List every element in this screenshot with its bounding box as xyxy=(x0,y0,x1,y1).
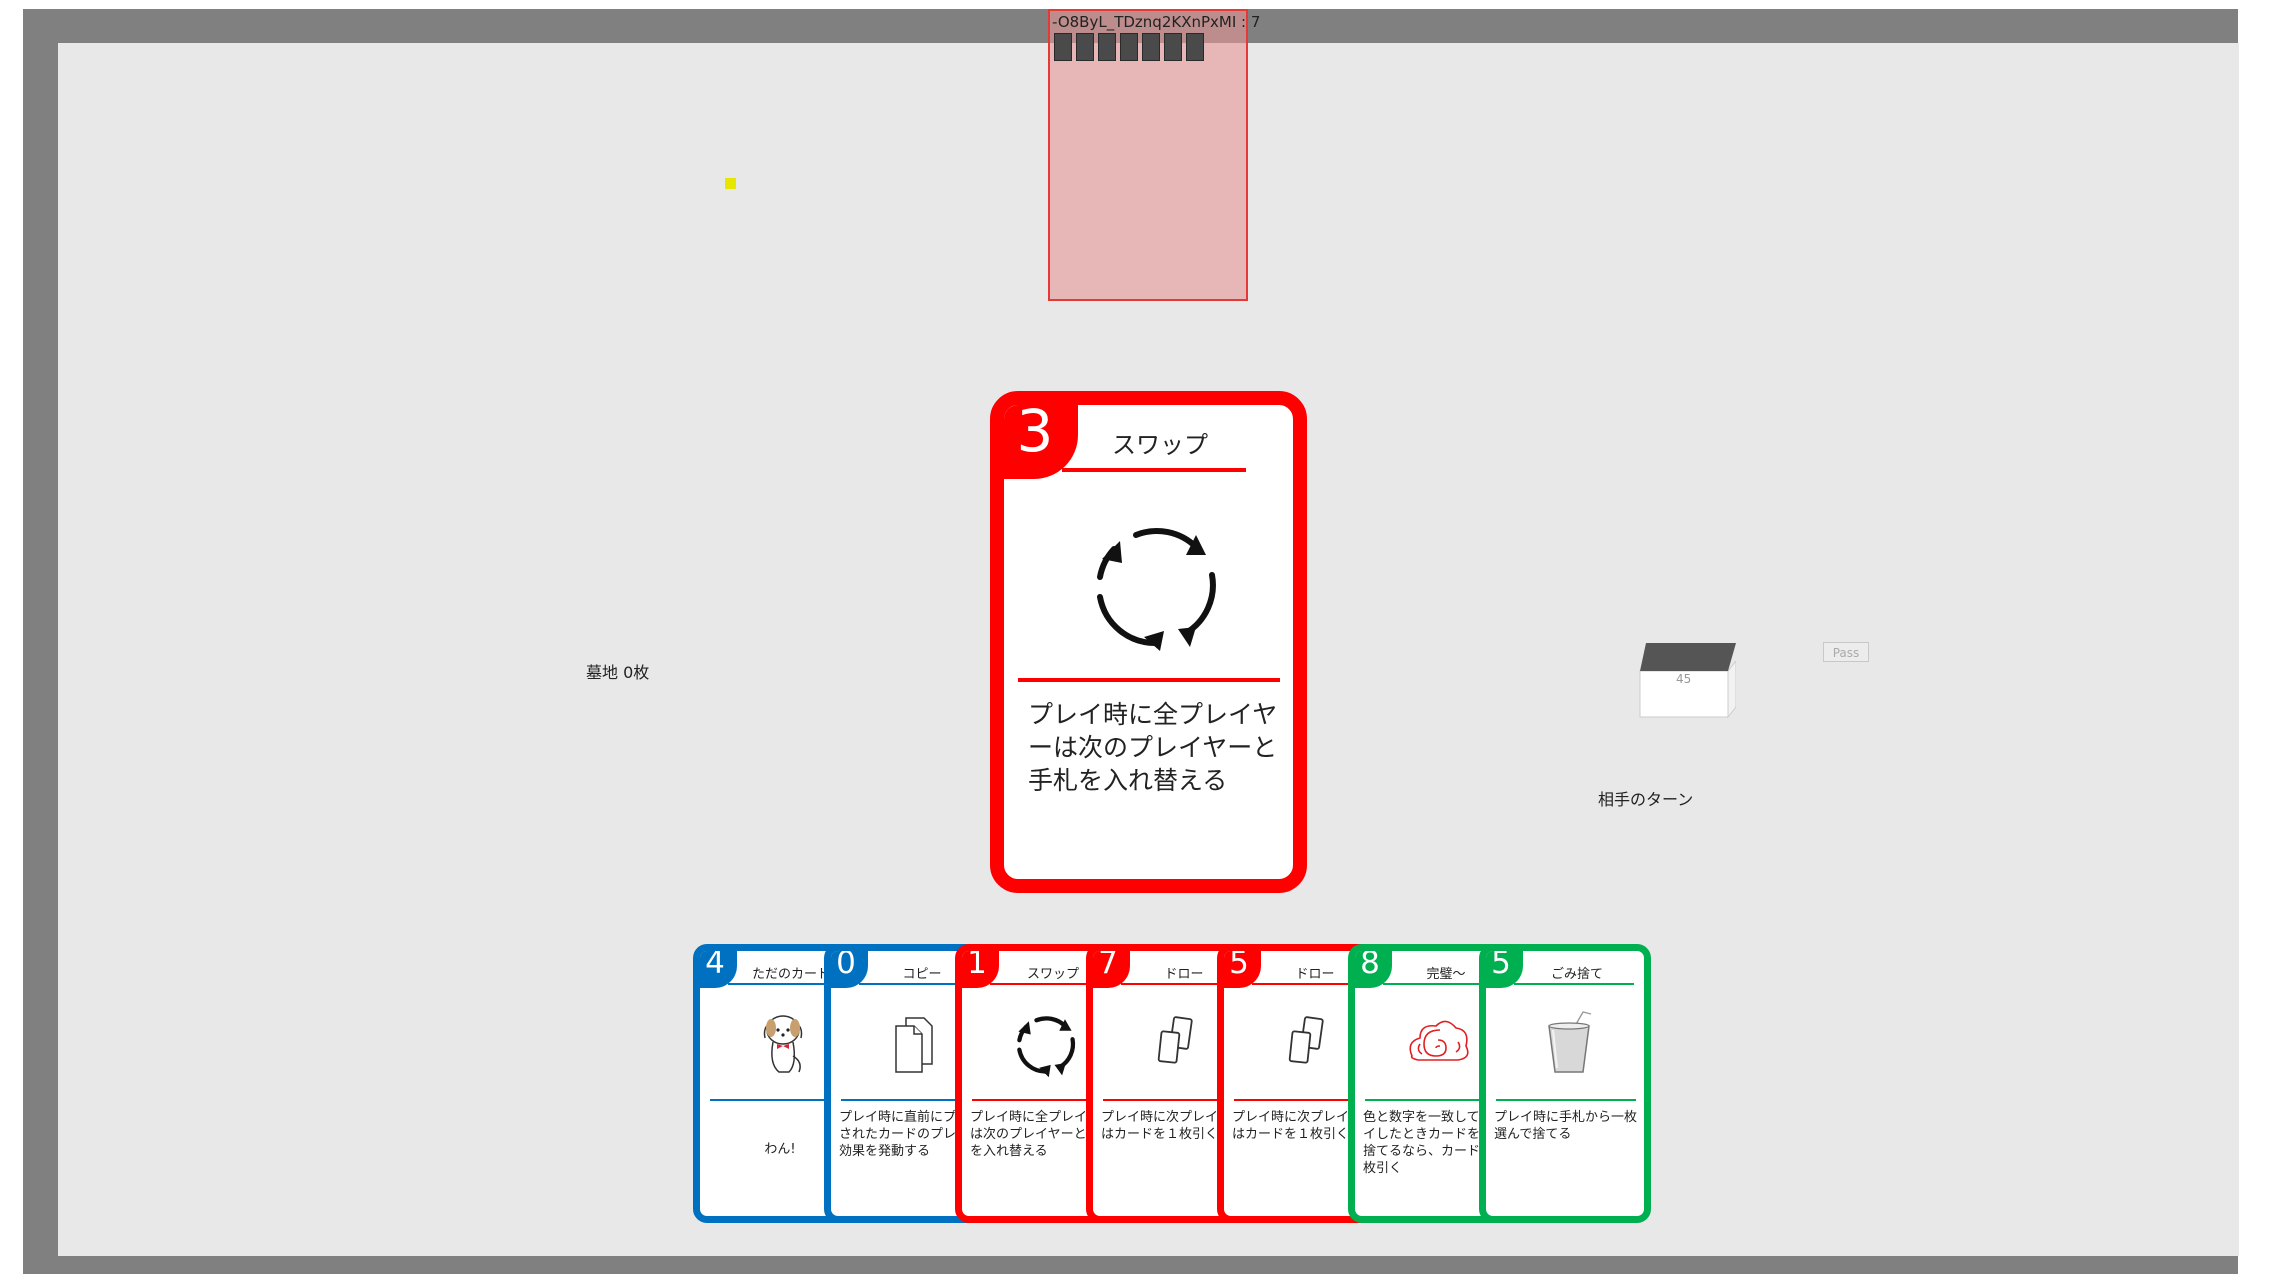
opponent-card-back xyxy=(1054,33,1072,61)
opponent-card-back xyxy=(1186,33,1204,61)
cards-icon xyxy=(1269,1006,1345,1082)
description-divider xyxy=(1018,678,1280,682)
card-number: 4 xyxy=(705,945,725,981)
title-divider xyxy=(1062,468,1246,472)
opponent-label: -O8ByL_TDznq2KXnPxMI : 7 xyxy=(1052,13,1261,31)
graveyard-label: 墓地 0枚 xyxy=(586,663,650,682)
rotate-arrows-icon xyxy=(1007,1006,1083,1082)
opponent-area: -O8ByL_TDznq2KXnPxMI : 7 xyxy=(1048,9,1260,301)
card-number: 0 xyxy=(836,945,856,981)
rotate-arrows-icon xyxy=(1097,528,1216,651)
card-description: プレイ時に手札から一枚選んで捨てる xyxy=(1494,1110,1638,1142)
card-title: スワップ xyxy=(1112,431,1208,459)
trash-cup-icon xyxy=(1531,1006,1607,1082)
copy-icon xyxy=(876,1006,952,1082)
draw-deck[interactable]: 45 xyxy=(1636,643,1737,721)
played-card: 3 スワップ プレイ時に全プレイヤーは次のプレイヤーと手札を入れ替える xyxy=(990,391,1307,893)
card-number: 5 xyxy=(1229,945,1249,981)
description-divider xyxy=(1496,1099,1636,1101)
card-number: 5 xyxy=(1491,945,1511,981)
card-description: プレイ時に全プレイヤーは次のプレイヤーと手札を入れ替える xyxy=(1028,700,1278,795)
card-number: 3 xyxy=(1016,397,1054,465)
opponent-card-back xyxy=(1076,33,1094,61)
player-marker xyxy=(725,178,736,189)
card-number: 1 xyxy=(967,945,987,981)
hand-card[interactable]: 5 ごみ捨てプレイ時に手札から一枚選んで捨てる xyxy=(1479,944,1651,1223)
turn-indicator: 相手のターン xyxy=(1598,790,1694,809)
card-number: 8 xyxy=(1360,945,1380,981)
opponent-card-back xyxy=(1098,33,1116,61)
title-divider xyxy=(1514,983,1634,985)
pass-button[interactable]: Pass xyxy=(1823,642,1869,662)
card-number: 7 xyxy=(1098,945,1118,981)
opponent-card-back xyxy=(1120,33,1138,61)
deck-count: 45 xyxy=(1676,672,1692,686)
opponent-card-back xyxy=(1142,33,1160,61)
swirl-cloud-icon xyxy=(1400,1006,1476,1082)
cards-icon xyxy=(1138,1006,1214,1082)
card-title: ごみ捨て xyxy=(1550,967,1603,982)
dog-icon xyxy=(745,1006,821,1082)
opponent-card-back xyxy=(1164,33,1182,61)
